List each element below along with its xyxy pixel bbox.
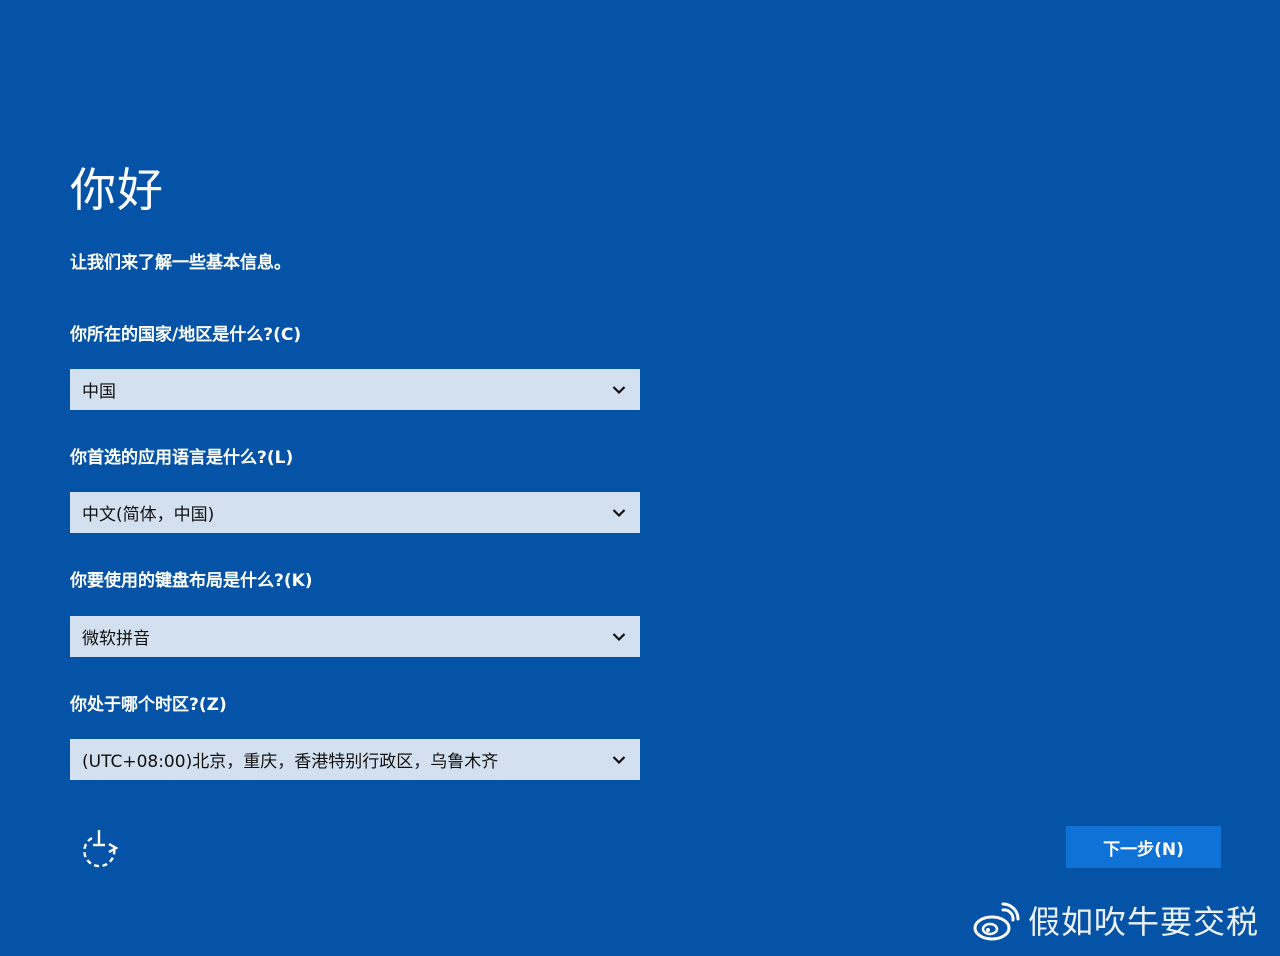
chevron-down-icon — [612, 632, 626, 642]
language-select[interactable]: 中文(简体，中国) — [70, 492, 640, 533]
language-label: 你首选的应用语言是什么?(L) — [70, 448, 294, 468]
watermark-text: 假如吹牛要交税 — [1028, 903, 1260, 941]
chevron-down-icon — [612, 508, 626, 518]
timezone-select[interactable]: (UTC+08:00)北京，重庆，香港特别行政区，乌鲁木齐 — [70, 739, 640, 780]
country-select[interactable]: 中国 — [70, 369, 640, 410]
ease-of-access-icon[interactable] — [78, 826, 122, 870]
next-button[interactable]: 下一步(N) — [1066, 826, 1221, 868]
page-subtitle: 让我们来了解一些基本信息。 — [70, 253, 291, 273]
setup-screen: 你好 让我们来了解一些基本信息。 你所在的国家/地区是什么?(C) 中国 你首选… — [0, 0, 1280, 956]
timezone-value: (UTC+08:00)北京，重庆，香港特别行政区，乌鲁木齐 — [82, 752, 499, 772]
country-label: 你所在的国家/地区是什么?(C) — [70, 325, 302, 345]
timezone-label: 你处于哪个时区?(Z) — [70, 695, 227, 715]
chevron-down-icon — [612, 385, 626, 395]
keyboard-value: 微软拼音 — [82, 629, 150, 649]
language-value: 中文(简体，中国) — [82, 505, 215, 525]
keyboard-select[interactable]: 微软拼音 — [70, 616, 640, 657]
keyboard-label: 你要使用的键盘布局是什么?(K) — [70, 571, 313, 591]
country-value: 中国 — [82, 382, 116, 402]
weibo-logo-icon — [973, 902, 1020, 941]
chevron-down-icon — [612, 755, 626, 765]
watermark: 假如吹牛要交税 — [972, 896, 1259, 948]
page-title: 你好 — [70, 163, 164, 217]
